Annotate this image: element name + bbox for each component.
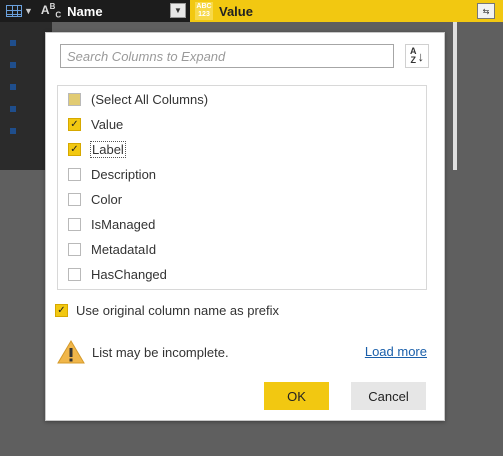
scrollbar[interactable] (453, 22, 457, 170)
cell-marker (10, 40, 16, 46)
incomplete-warning: List may be incomplete. Load more (57, 339, 427, 365)
checkbox[interactable]: ✓ (68, 117, 81, 131)
name-column-label: Name (67, 3, 103, 19)
text-type-icon[interactable]: ABC (41, 2, 61, 19)
checkbox[interactable] (68, 242, 81, 256)
list-item-label: Label (90, 140, 126, 158)
sort-az-button[interactable]: A Z ↓ (405, 44, 429, 68)
prefix-option[interactable]: ✓ Use original column name as prefix (55, 303, 279, 318)
cancel-button[interactable]: Cancel (351, 382, 426, 410)
list-item-label: MetadataId (91, 241, 157, 257)
expand-columns-dropdown: AZ↓ (Select All Columns) ✓ Value ✓ Label… (45, 32, 445, 421)
prefix-label: Use original column name as prefix (76, 303, 280, 318)
cell-marker (10, 128, 16, 134)
list-item-color[interactable]: Color (68, 189, 122, 209)
value-column-header[interactable]: ABC 123 Value ⇆ (190, 0, 503, 22)
list-item-ismanaged[interactable]: IsManaged (68, 214, 155, 234)
cell-marker (10, 84, 16, 90)
list-item-value[interactable]: ✓ Value (68, 114, 123, 134)
list-item-label[interactable]: ✓ Label (68, 139, 126, 159)
load-more-link[interactable]: Load more (365, 344, 427, 359)
warning-text: List may be incomplete. (92, 344, 229, 360)
column-header-bar: ▼ ABC Name ▼ ABC 123 Value ⇆ (0, 0, 503, 22)
checkbox[interactable]: ✓ (68, 142, 81, 156)
list-item-metadataid[interactable]: MetadataId (68, 239, 156, 259)
list-item-label: Description (91, 166, 157, 182)
search-row: AZ↓ (60, 44, 432, 70)
list-item-label: HasChanged (91, 266, 167, 282)
warning-icon (57, 340, 85, 364)
expand-columns-icon[interactable]: ⇆ (477, 3, 495, 19)
value-column-label: Value (219, 3, 253, 19)
list-item-haschanged[interactable]: HasChanged (68, 264, 167, 284)
name-column-header[interactable]: ▼ ABC Name ▼ (0, 0, 190, 22)
column-list: (Select All Columns) ✓ Value ✓ Label Des… (57, 85, 427, 290)
checkbox[interactable] (68, 267, 81, 281)
list-item-select-all[interactable]: (Select All Columns) (68, 89, 208, 109)
any-type-icon[interactable]: ABC 123 (195, 2, 213, 20)
chevron-down-icon[interactable]: ▼ (24, 6, 33, 16)
ok-button[interactable]: OK (264, 382, 329, 410)
checkbox[interactable] (68, 192, 81, 206)
table-icon[interactable] (6, 5, 22, 17)
checkbox[interactable] (68, 217, 81, 231)
checkbox[interactable] (68, 167, 81, 181)
search-input[interactable] (60, 44, 394, 68)
list-item-label: IsManaged (91, 216, 156, 232)
list-item-label: Value (91, 116, 124, 132)
sort-az-icon: A Z ↓ (410, 46, 424, 65)
checkbox[interactable] (68, 92, 81, 106)
list-item-description[interactable]: Description (68, 164, 156, 184)
list-item-label: (Select All Columns) (91, 91, 209, 107)
filter-dropdown-icon[interactable]: ▼ (170, 3, 186, 18)
cell-marker (10, 106, 16, 112)
cell-marker (10, 62, 16, 68)
list-item-label: Color (91, 191, 123, 207)
prefix-checkbox[interactable]: ✓ (55, 304, 68, 317)
